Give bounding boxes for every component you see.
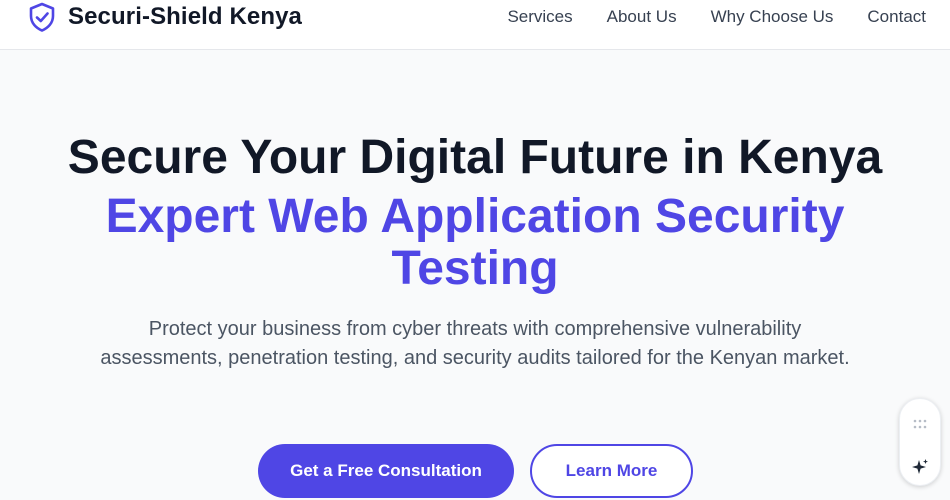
- nav-link-services[interactable]: Services: [507, 7, 572, 27]
- site-header: Securi-Shield Kenya Services About Us Wh…: [0, 0, 950, 50]
- shield-check-icon: [26, 1, 58, 33]
- hero-description: Protect your business from cyber threats…: [100, 318, 850, 369]
- learn-more-button[interactable]: Learn More: [530, 444, 693, 498]
- free-consultation-button[interactable]: Get a Free Consultation: [258, 444, 514, 498]
- hero-title: Secure Your Digital Future in Kenya: [67, 131, 883, 184]
- sparkle-icon[interactable]: [910, 457, 930, 477]
- main-nav: Services About Us Why Choose Us Contact: [507, 0, 926, 34]
- hero-subtitle-line-1: Expert Web Application Security: [105, 190, 845, 243]
- nav-link-contact[interactable]: Contact: [867, 7, 926, 27]
- brand[interactable]: Securi-Shield Kenya: [26, 0, 302, 34]
- hero-subtitle: Expert Web Application Security Testing: [0, 191, 950, 295]
- drag-grip-icon[interactable]: [912, 417, 928, 429]
- hero-subtitle-line-2: Testing: [391, 242, 559, 295]
- page: Securi-Shield Kenya Services About Us Wh…: [0, 0, 950, 500]
- hero-section: Secure Your Digital Future in Kenya Expe…: [0, 51, 950, 500]
- nav-link-about-us[interactable]: About Us: [607, 7, 677, 27]
- nav-link-why-choose-us[interactable]: Why Choose Us: [711, 7, 834, 27]
- floating-assistant-widget: [899, 398, 941, 486]
- brand-name: Securi-Shield Kenya: [68, 3, 302, 30]
